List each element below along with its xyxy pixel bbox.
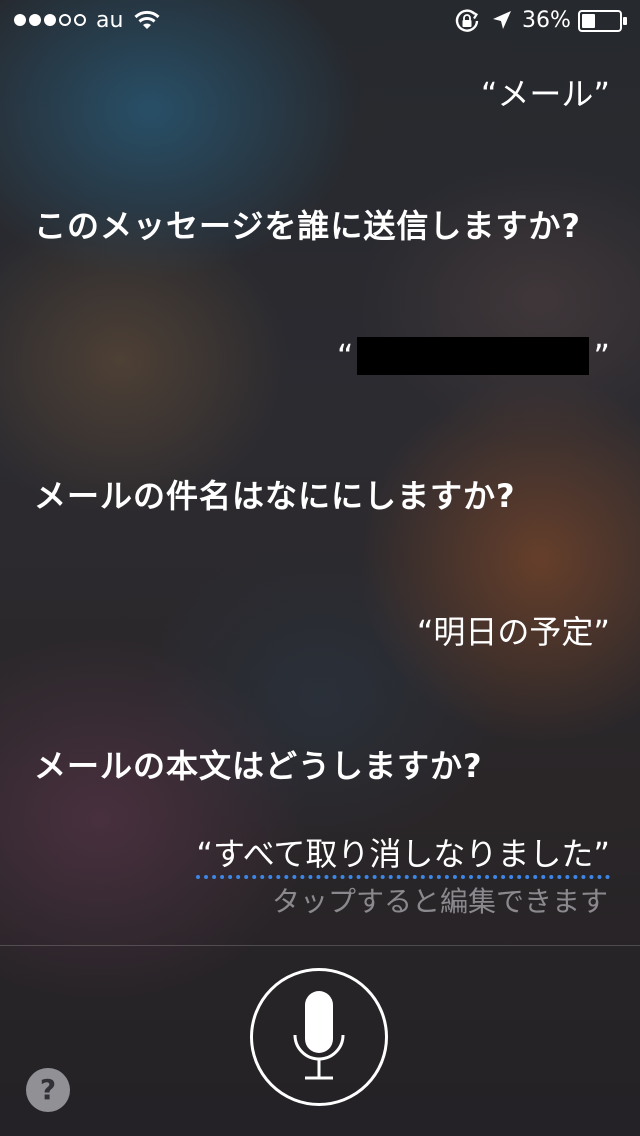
- user-utterance-recipient[interactable]: “ ”: [337, 336, 610, 376]
- close-quote: ”: [593, 337, 610, 375]
- wifi-icon: [134, 10, 160, 29]
- battery-percentage: 36%: [522, 8, 571, 33]
- blurred-background: [0, 0, 640, 1136]
- siri-question-body: メールの本文はどうしますか?: [34, 747, 483, 785]
- help-button[interactable]: ?: [26, 1068, 70, 1112]
- siri-question-subject: メールの件名はなににしますか?: [34, 477, 516, 515]
- status-bar: au 36%: [0, 0, 640, 40]
- redacted-recipient-name: [357, 337, 590, 375]
- open-quote: “: [336, 337, 354, 375]
- microphone-button[interactable]: [250, 968, 388, 1106]
- dictated-body-text[interactable]: “すべて取り消しなりました”: [196, 835, 610, 879]
- signal-dot: [59, 14, 71, 26]
- signal-dot: [44, 14, 56, 26]
- tap-to-edit-hint: タップすると編集できます: [271, 885, 608, 918]
- microphone-icon: [293, 991, 345, 1080]
- location-arrow-icon: [493, 11, 511, 29]
- signal-dot: [74, 14, 86, 26]
- siri-question-recipient: このメッセージを誰に送信しますか?: [34, 207, 581, 245]
- carrier-name: au: [96, 8, 124, 33]
- signal-dot: [29, 14, 41, 26]
- battery-icon: [578, 10, 627, 32]
- user-utterance-body[interactable]: “すべて取り消しなりました”: [196, 834, 610, 879]
- signal-dot: [14, 14, 26, 26]
- orientation-lock-icon: [455, 9, 479, 32]
- divider: [0, 945, 640, 946]
- user-utterance-subject[interactable]: “明日の予定”: [417, 612, 610, 652]
- user-utterance-mail[interactable]: “メール”: [481, 74, 610, 114]
